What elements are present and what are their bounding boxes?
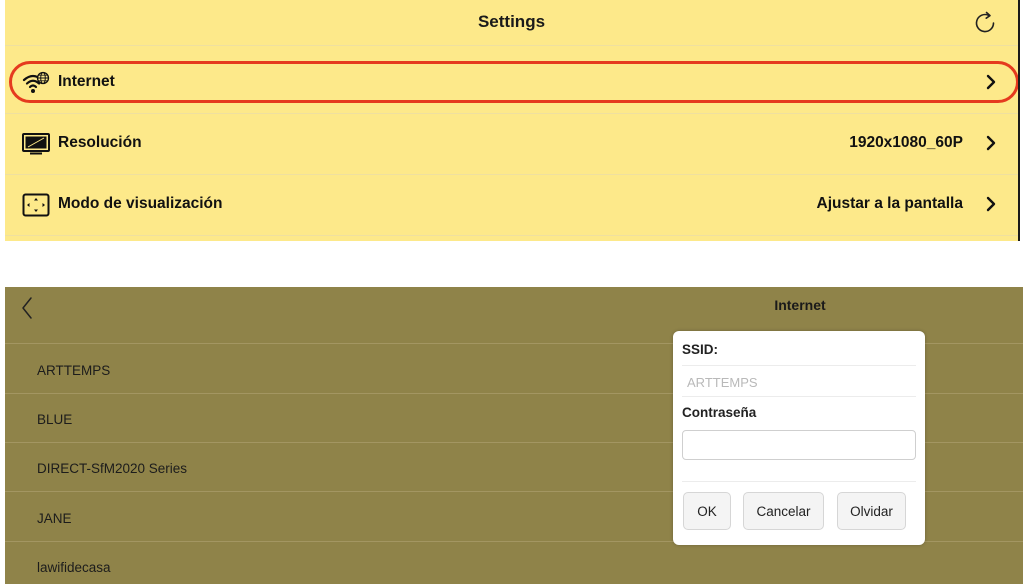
display-mode-icon bbox=[22, 193, 50, 217]
panel-edge bbox=[1018, 0, 1020, 241]
forget-button[interactable]: Olvidar bbox=[837, 492, 906, 530]
chevron-right-icon bbox=[986, 135, 996, 151]
settings-panel: Settings Internet Resolución 1920x1080_6… bbox=[5, 0, 1019, 241]
monitor-icon bbox=[22, 133, 50, 155]
network-item[interactable]: DIRECT-SfM2020 Series bbox=[37, 461, 187, 476]
dialog-divider bbox=[682, 365, 916, 366]
settings-row-label: Internet bbox=[58, 73, 115, 90]
settings-row-label: Modo de visualización bbox=[58, 195, 223, 212]
password-input[interactable] bbox=[682, 430, 916, 460]
settings-row-value: Ajustar a la pantalla bbox=[816, 195, 963, 212]
settings-header: Settings bbox=[5, 0, 1018, 46]
chevron-right-icon bbox=[986, 74, 996, 90]
refresh-icon[interactable] bbox=[972, 10, 998, 36]
dialog-divider bbox=[682, 396, 916, 397]
wifi-globe-icon bbox=[22, 71, 50, 93]
chevron-right-icon bbox=[986, 196, 996, 212]
network-item[interactable]: ARTTEMPS bbox=[37, 363, 110, 378]
settings-row-resolution[interactable]: Resolución 1920x1080_60P bbox=[5, 114, 1018, 174]
ssid-value: ARTTEMPS bbox=[687, 375, 758, 390]
cancel-button[interactable]: Cancelar bbox=[743, 492, 824, 530]
internet-title: Internet bbox=[774, 297, 826, 313]
settings-row-label: Resolución bbox=[58, 134, 142, 151]
wifi-password-dialog: SSID: ARTTEMPS Contraseña OK Cancelar Ol… bbox=[673, 331, 925, 545]
network-item[interactable]: JANE bbox=[37, 511, 72, 526]
page-title: Settings bbox=[477, 12, 546, 31]
dialog-divider bbox=[682, 481, 916, 482]
ok-button[interactable]: OK bbox=[683, 492, 731, 530]
password-label: Contraseña bbox=[682, 405, 757, 420]
settings-row-display-mode[interactable]: Modo de visualización Ajustar a la panta… bbox=[5, 175, 1018, 235]
network-item[interactable]: BLUE bbox=[37, 412, 72, 427]
chevron-left-icon[interactable] bbox=[19, 295, 35, 321]
ssid-label: SSID: bbox=[682, 342, 719, 357]
row-divider bbox=[5, 235, 1018, 236]
settings-row-value: 1920x1080_60P bbox=[849, 134, 963, 151]
settings-row-internet[interactable]: Internet bbox=[5, 53, 1018, 113]
network-item[interactable]: lawifidecasa bbox=[37, 560, 111, 575]
